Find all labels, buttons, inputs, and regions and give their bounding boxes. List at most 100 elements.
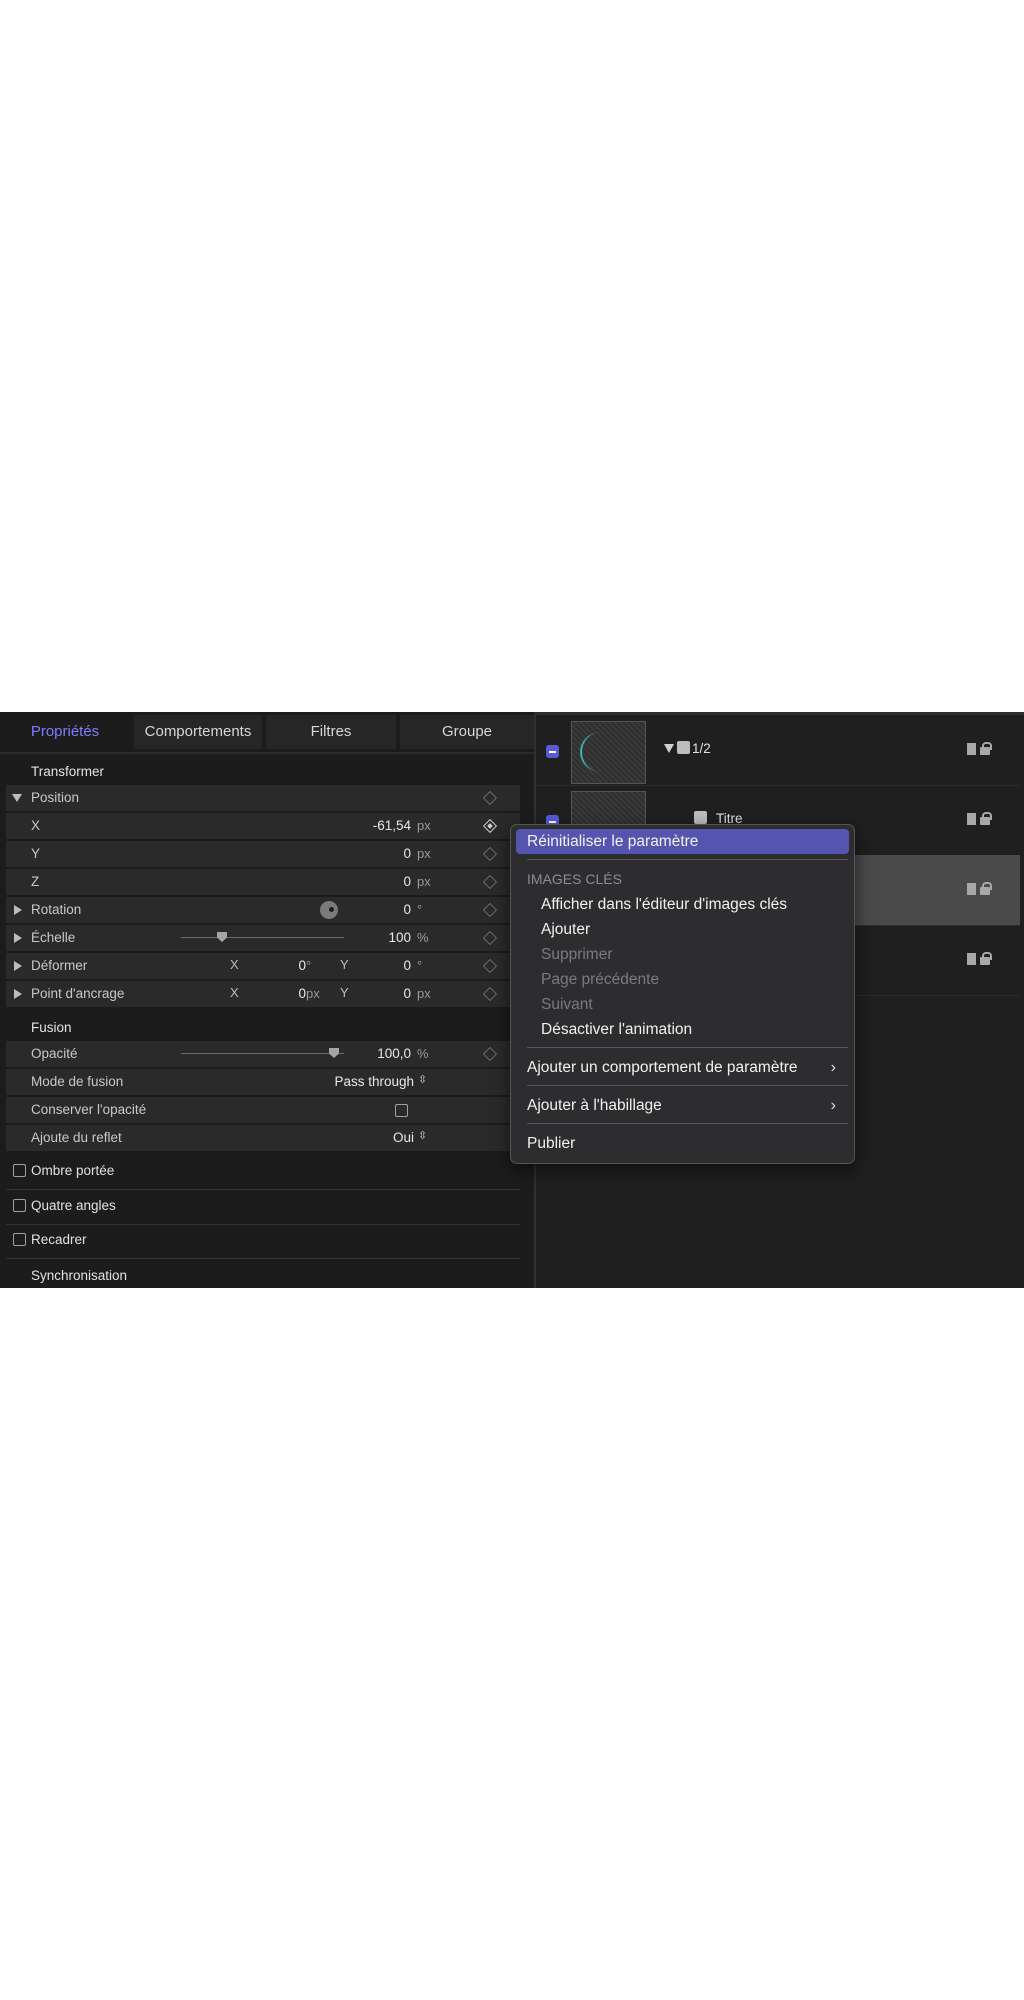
keyframe-diamond-icon[interactable] [482, 986, 498, 1002]
distort-x-value[interactable]: 0 [256, 958, 306, 973]
menu-item-delete-keyframe: Supprimer [516, 942, 849, 967]
position-y-row: Y 0 px [6, 841, 520, 867]
disclosure-open-icon[interactable] [12, 794, 22, 802]
crop-checkbox[interactable] [13, 1233, 26, 1246]
inspector-tabs: Propriétés Comportements Filtres Groupe [0, 715, 534, 749]
anchor-y-label: Y [340, 985, 349, 1000]
blend-mode-label: Mode de fusion [31, 1074, 124, 1089]
keyframe-diamond-icon[interactable] [482, 958, 498, 974]
y-label: Y [31, 846, 41, 861]
keyframe-diamond-icon[interactable] [482, 930, 498, 946]
position-z-unit: px [417, 874, 431, 889]
opacity-slider-track[interactable] [181, 1053, 344, 1054]
preserve-opacity-row: Conserver l'opacité [6, 1097, 520, 1123]
disclosure-closed-icon[interactable] [14, 961, 22, 971]
opacity-slider-knob[interactable] [329, 1048, 339, 1058]
menu-item-previous-keyframe: Page précédente [516, 967, 849, 992]
section-divider [6, 1258, 520, 1259]
position-x-unit: px [417, 818, 431, 833]
distort-y-label: Y [340, 957, 349, 972]
menu-item-publish[interactable]: Publier [516, 1131, 849, 1156]
keyframe-diamond-icon[interactable] [482, 846, 498, 862]
layer-name: 1/2 [692, 741, 711, 756]
menu-item-disable-animation[interactable]: Désactiver l'animation [516, 1017, 849, 1042]
disclosure-closed-icon[interactable] [14, 989, 22, 999]
preserve-opacity-checkbox[interactable] [395, 1104, 408, 1117]
reflection-select[interactable]: Oui [346, 1130, 414, 1145]
lock-icon[interactable] [967, 742, 993, 756]
disclosure-closed-icon[interactable] [14, 933, 22, 943]
disclosure-open-icon[interactable] [664, 744, 674, 753]
lock-icon[interactable] [967, 952, 993, 966]
scale-label: Échelle [31, 930, 76, 945]
tab-filters[interactable]: Filtres [266, 715, 396, 749]
menu-item-add-keyframe[interactable]: Ajouter [516, 917, 849, 942]
menu-item-reset-parameter[interactable]: Réinitialiser le paramètre [516, 829, 849, 854]
menu-item-label: Ajouter un comportement de paramètre [527, 1059, 798, 1076]
position-x-row: X -61,54 px [6, 813, 520, 839]
rotation-value[interactable]: 0 [346, 902, 411, 917]
transform-section-title: Transformer [31, 764, 105, 779]
menu-separator [527, 859, 848, 860]
section-divider [6, 1189, 520, 1190]
anchor-x-value[interactable]: 0 [256, 986, 306, 1001]
lock-icon[interactable] [967, 812, 993, 826]
menu-item-show-in-keyframe-editor[interactable]: Afficher dans l'éditeur d'images clés [516, 892, 849, 917]
position-row[interactable]: Position [6, 785, 520, 811]
scale-value[interactable]: 100 [346, 930, 411, 945]
scale-slider-track[interactable] [181, 937, 344, 938]
position-z-row: Z 0 px [6, 869, 520, 895]
group-icon [694, 811, 707, 824]
keyframe-active-icon[interactable] [482, 818, 498, 834]
z-label: Z [31, 874, 40, 889]
drop-shadow-checkbox[interactable] [13, 1164, 26, 1177]
four-corner-row: Quatre angles [6, 1191, 520, 1221]
keyframe-diamond-icon[interactable] [482, 790, 498, 806]
menu-item-label: Supprimer [541, 946, 613, 963]
lock-icon[interactable] [967, 882, 993, 896]
anchor-label: Point d'ancrage [31, 986, 125, 1001]
layer-row[interactable]: 1/2 [536, 715, 1020, 786]
layer-enable-checkbox[interactable] [546, 745, 559, 758]
tab-behaviors[interactable]: Comportements [134, 715, 262, 749]
blend-section-title: Fusion [31, 1020, 72, 1035]
crop-row: Recadrer [6, 1225, 520, 1255]
opacity-value[interactable]: 100,0 [346, 1046, 411, 1061]
position-y-value[interactable]: 0 [346, 846, 411, 861]
anchor-y-value[interactable]: 0 [361, 986, 411, 1001]
position-x-value[interactable]: -61,54 [346, 818, 411, 833]
keyframe-diamond-icon[interactable] [482, 1046, 498, 1062]
keyframe-diamond-icon[interactable] [482, 902, 498, 918]
chevron-right-icon: › [830, 1059, 836, 1076]
disclosure-closed-icon[interactable] [14, 905, 22, 915]
rotation-dial-icon[interactable] [320, 901, 338, 919]
group-icon [677, 741, 690, 754]
tabs-divider [0, 752, 534, 754]
menu-item-label: Ajouter à l'habillage [527, 1097, 662, 1114]
tab-properties[interactable]: Propriétés [0, 715, 130, 749]
scale-unit: % [417, 930, 429, 945]
rotation-label: Rotation [31, 902, 82, 917]
blend-mode-select[interactable]: Pass through [286, 1074, 414, 1089]
x-label: X [31, 818, 41, 833]
menu-item-label: Publier [527, 1135, 576, 1152]
keyframe-diamond-icon[interactable] [482, 874, 498, 890]
menu-item-label: Page précédente [541, 971, 660, 988]
chevron-updown-icon[interactable]: ⇳ [418, 1073, 427, 1086]
opacity-unit: % [417, 1046, 429, 1061]
menu-separator [527, 1047, 848, 1048]
position-label: Position [31, 790, 80, 805]
menu-item-label: Afficher dans l'éditeur d'images clés [541, 896, 788, 913]
menu-section-header: IMAGES CLÉS [527, 871, 622, 887]
menu-item-add-parameter-behavior[interactable]: Ajouter un comportement de paramètre › [516, 1055, 849, 1080]
anchor-row: Point d'ancrage X 0 px Y 0 px [6, 981, 520, 1007]
chevron-updown-icon[interactable]: ⇳ [418, 1129, 427, 1142]
drop-shadow-row: Ombre portée [6, 1156, 520, 1186]
scale-slider-knob[interactable] [217, 932, 227, 942]
position-z-value[interactable]: 0 [346, 874, 411, 889]
distort-row: Déformer X 0 ° Y 0 ° [6, 953, 520, 979]
menu-item-add-to-rig[interactable]: Ajouter à l'habillage › [516, 1093, 849, 1118]
four-corner-checkbox[interactable] [13, 1199, 26, 1212]
tab-group[interactable]: Groupe [400, 715, 534, 749]
distort-y-value[interactable]: 0 [361, 958, 411, 973]
